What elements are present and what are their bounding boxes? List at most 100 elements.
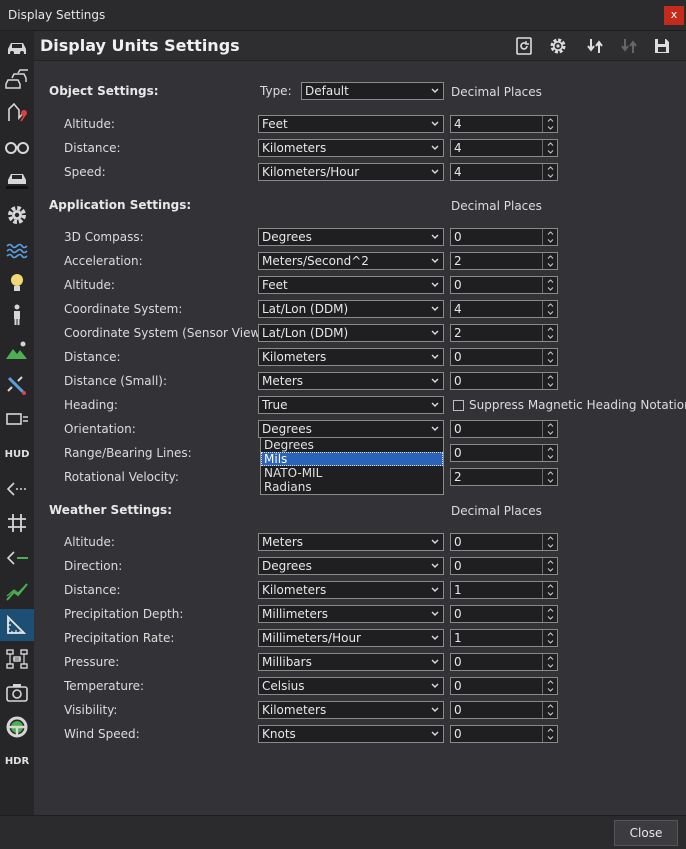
orientation-option-radians[interactable]: Radians xyxy=(261,480,443,494)
spin-down-icon[interactable] xyxy=(543,566,557,574)
weather-direction-unit-select[interactable]: Degrees xyxy=(258,557,444,575)
spin-down-icon[interactable] xyxy=(543,148,557,156)
spin-down-icon[interactable] xyxy=(543,261,557,269)
weather-pressure-decimals-spinbox[interactable]: 0 xyxy=(450,653,558,671)
spin-arrows[interactable] xyxy=(542,116,557,132)
sidebar-item-ruler[interactable] xyxy=(0,609,34,641)
spin-down-icon[interactable] xyxy=(543,285,557,293)
spin-down-icon[interactable] xyxy=(543,662,557,670)
object-altitude-unit-select[interactable]: Feet xyxy=(258,115,444,133)
object-distance-unit-select[interactable]: Kilometers xyxy=(258,139,444,157)
application-distance-small-decimals-spinbox[interactable]: 0 xyxy=(450,372,558,390)
sidebar-item-terrain[interactable] xyxy=(0,334,34,366)
spin-up-icon[interactable] xyxy=(543,349,557,357)
sidebar-item-hud[interactable]: HUD xyxy=(0,438,34,470)
close-button[interactable]: Close xyxy=(614,820,678,846)
weather-precipitation-depth-decimals-spinbox[interactable]: 0 xyxy=(450,605,558,623)
application-distance-unit-select[interactable]: Kilometers xyxy=(258,348,444,366)
sidebar-item-lines-left[interactable] xyxy=(0,473,34,505)
sidebar-item-grid[interactable] xyxy=(0,507,34,539)
spin-down-icon[interactable] xyxy=(543,381,557,389)
weather-temperature-decimals-spinbox[interactable]: 0 xyxy=(450,677,558,695)
application-3d-compass-decimals-spinbox[interactable]: 0 xyxy=(450,228,558,246)
spin-down-icon[interactable] xyxy=(543,309,557,317)
spin-up-icon[interactable] xyxy=(543,558,557,566)
sidebar-item-steering[interactable] xyxy=(0,711,34,743)
spin-up-icon[interactable] xyxy=(543,630,557,638)
spin-up-icon[interactable] xyxy=(543,654,557,662)
spin-up-icon[interactable] xyxy=(543,229,557,237)
spin-up-icon[interactable] xyxy=(543,678,557,686)
spin-down-icon[interactable] xyxy=(543,429,557,437)
type-select[interactable]: Default xyxy=(301,82,444,100)
weather-visibility-decimals-spinbox[interactable]: 0 xyxy=(450,701,558,719)
spin-down-icon[interactable] xyxy=(543,638,557,646)
spin-arrows[interactable] xyxy=(542,558,557,574)
spin-arrows[interactable] xyxy=(542,325,557,341)
spin-up-icon[interactable] xyxy=(543,421,557,429)
window-close-button[interactable]: x xyxy=(664,6,684,25)
spin-down-icon[interactable] xyxy=(543,237,557,245)
sidebar-item-vehicles[interactable] xyxy=(0,64,34,96)
weather-precipitation-depth-unit-select[interactable]: Millimeters xyxy=(258,605,444,623)
spin-up-icon[interactable] xyxy=(543,140,557,148)
spin-arrows[interactable] xyxy=(542,164,557,180)
application-orientation-unit-select[interactable]: Degrees xyxy=(258,420,444,438)
settings-button[interactable] xyxy=(546,35,570,57)
spin-down-icon[interactable] xyxy=(543,710,557,718)
sidebar-item-water[interactable] xyxy=(0,235,34,267)
spin-arrows[interactable] xyxy=(542,630,557,646)
sidebar-item-lightbulb[interactable] xyxy=(0,267,34,299)
spin-up-icon[interactable] xyxy=(543,445,557,453)
spin-up-icon[interactable] xyxy=(543,301,557,309)
sidebar-item-gear[interactable] xyxy=(0,199,34,231)
application-distance-small-unit-select[interactable]: Meters xyxy=(258,372,444,390)
spin-up-icon[interactable] xyxy=(543,253,557,261)
spin-arrows[interactable] xyxy=(542,140,557,156)
spin-down-icon[interactable] xyxy=(543,477,557,485)
spin-down-icon[interactable] xyxy=(543,453,557,461)
export-button[interactable] xyxy=(617,35,641,57)
spin-arrows[interactable] xyxy=(542,469,557,485)
sidebar-item-network[interactable] xyxy=(0,643,34,675)
spin-down-icon[interactable] xyxy=(543,590,557,598)
spin-arrows[interactable] xyxy=(542,654,557,670)
object-speed-decimals-spinbox[interactable]: 4 xyxy=(450,163,558,181)
save-button[interactable] xyxy=(650,35,674,57)
reset-button[interactable] xyxy=(512,35,536,57)
spin-arrows[interactable] xyxy=(542,726,557,742)
spin-up-icon[interactable] xyxy=(543,469,557,477)
spin-down-icon[interactable] xyxy=(543,357,557,365)
weather-distance-decimals-spinbox[interactable]: 1 xyxy=(450,581,558,599)
sidebar-item-line-arrow[interactable] xyxy=(0,542,34,574)
spin-down-icon[interactable] xyxy=(543,124,557,132)
application-coordinate-system-unit-select[interactable]: Lat/Lon (DDM) xyxy=(258,300,444,318)
application-altitude-unit-select[interactable]: Feet xyxy=(258,276,444,294)
spin-up-icon[interactable] xyxy=(543,582,557,590)
application-acceleration-decimals-spinbox[interactable]: 2 xyxy=(450,252,558,270)
application-coordinate-system-decimals-spinbox[interactable]: 4 xyxy=(450,300,558,318)
spin-arrows[interactable] xyxy=(542,349,557,365)
spin-up-icon[interactable] xyxy=(543,534,557,542)
import-button[interactable] xyxy=(583,35,607,57)
sidebar-item-graph[interactable] xyxy=(0,575,34,607)
weather-altitude-unit-select[interactable]: Meters xyxy=(258,533,444,551)
spin-arrows[interactable] xyxy=(542,445,557,461)
spin-down-icon[interactable] xyxy=(543,686,557,694)
application-distance-decimals-spinbox[interactable]: 0 xyxy=(450,348,558,366)
application-3d-compass-unit-select[interactable]: Degrees xyxy=(258,228,444,246)
spin-down-icon[interactable] xyxy=(543,333,557,341)
weather-distance-unit-select[interactable]: Kilometers xyxy=(258,581,444,599)
weather-wind-speed-unit-select[interactable]: Knots xyxy=(258,725,444,743)
application-orientation-decimals-spinbox[interactable]: 0 xyxy=(450,420,558,438)
application-altitude-decimals-spinbox[interactable]: 0 xyxy=(450,276,558,294)
weather-temperature-unit-select[interactable]: Celsius xyxy=(258,677,444,695)
spin-arrows[interactable] xyxy=(542,301,557,317)
spin-arrows[interactable] xyxy=(542,534,557,550)
sidebar-item-person[interactable] xyxy=(0,299,34,331)
spin-up-icon[interactable] xyxy=(543,702,557,710)
spin-arrows[interactable] xyxy=(542,606,557,622)
spin-down-icon[interactable] xyxy=(543,734,557,742)
spin-arrows[interactable] xyxy=(542,702,557,718)
spin-arrows[interactable] xyxy=(542,277,557,293)
